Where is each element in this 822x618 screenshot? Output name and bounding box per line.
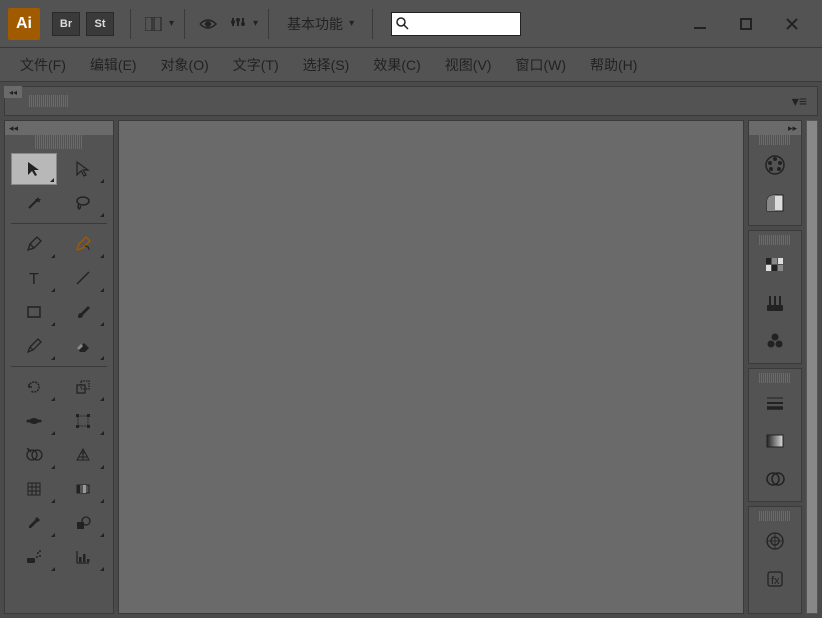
separator: [372, 9, 373, 39]
pen-tool[interactable]: [11, 228, 57, 260]
svg-text:fx: fx: [771, 575, 780, 587]
menu-window[interactable]: 窗口(W): [503, 49, 578, 81]
symbol-sprayer-tool[interactable]: [11, 541, 57, 573]
free-transform-tool[interactable]: [60, 405, 106, 437]
blend-tool[interactable]: [60, 507, 106, 539]
color-guide-panel-icon[interactable]: [757, 187, 793, 219]
tools-collapse[interactable]: ◂◂: [5, 121, 113, 135]
preferences-icon[interactable]: [225, 13, 251, 35]
gradient-panel-icon[interactable]: [757, 425, 793, 457]
svg-text:T: T: [29, 271, 39, 287]
close-button[interactable]: [770, 11, 814, 37]
separator: [268, 9, 269, 39]
swatches-panel-icon[interactable]: [757, 249, 793, 281]
right-panel-dock: ▸▸ fx: [748, 120, 802, 614]
graphic-styles-panel-icon[interactable]: fx: [757, 563, 793, 595]
panel-expand[interactable]: ▸▸: [749, 121, 801, 135]
search-input[interactable]: [409, 17, 516, 31]
scale-tool[interactable]: [60, 371, 106, 403]
menu-object[interactable]: 对象(O): [149, 49, 221, 81]
menu-bar: 文件(F) 编辑(E) 对象(O) 文字(T) 选择(S) 效果(C) 视图(V…: [0, 48, 822, 82]
arrange-docs-icon[interactable]: [141, 13, 167, 35]
workspace-switcher[interactable]: 基本功能: [279, 10, 362, 38]
eraser-tool[interactable]: [60, 330, 106, 362]
menu-select[interactable]: 选择(S): [291, 49, 362, 81]
paintbrush-tool[interactable]: [60, 296, 106, 328]
lasso-tool[interactable]: [60, 187, 106, 219]
column-graph-tool[interactable]: [60, 541, 106, 573]
menu-effect[interactable]: 效果(C): [361, 49, 432, 81]
workspace: ◂◂ T: [0, 120, 822, 618]
symbols-panel-icon[interactable]: [757, 325, 793, 357]
title-bar: Ai Br St ▾ ▾ 基本功能: [0, 0, 822, 48]
panel-group-appearance: fx: [748, 506, 802, 614]
drag-handle[interactable]: [759, 235, 791, 245]
maximize-button[interactable]: [724, 11, 768, 37]
bridge-button[interactable]: Br: [52, 12, 80, 36]
minimize-button[interactable]: [678, 11, 722, 37]
menu-help[interactable]: 帮助(H): [578, 49, 649, 81]
window-controls: [678, 11, 814, 37]
selection-tool[interactable]: [11, 153, 57, 185]
perspective-grid-tool[interactable]: [60, 439, 106, 471]
drag-handle[interactable]: [759, 511, 791, 521]
tools-panel: ◂◂ T: [4, 120, 114, 614]
rotate-tool[interactable]: [11, 371, 57, 403]
direct-selection-tool[interactable]: [60, 153, 106, 185]
curvature-tool[interactable]: [60, 228, 106, 260]
gpu-preview-icon[interactable]: [195, 13, 221, 35]
menu-type[interactable]: 文字(T): [221, 49, 291, 81]
panel-group-stroke: [748, 368, 802, 502]
gradient-tool[interactable]: [60, 473, 106, 505]
control-bar: ◂◂ ▾≡: [4, 86, 818, 116]
panel-group-color: ▸▸: [748, 120, 802, 226]
drag-handle[interactable]: [35, 135, 83, 149]
type-tool[interactable]: T: [11, 262, 57, 294]
color-panel-icon[interactable]: [757, 149, 793, 181]
menu-edit[interactable]: 编辑(E): [78, 49, 149, 81]
drag-handle[interactable]: [29, 95, 69, 107]
separator: [130, 9, 131, 39]
app-logo: Ai: [8, 8, 40, 40]
vertical-scrollbar[interactable]: [806, 120, 818, 614]
transparency-panel-icon[interactable]: [757, 463, 793, 495]
dropdown-arrow-icon: ▾: [169, 18, 174, 29]
search-icon: [396, 17, 409, 31]
magic-wand-tool[interactable]: [11, 187, 57, 219]
width-tool[interactable]: [11, 405, 57, 437]
rectangle-tool[interactable]: [11, 296, 57, 328]
pencil-tool[interactable]: [11, 330, 57, 362]
control-bar-menu-icon[interactable]: ▾≡: [792, 93, 807, 110]
menu-view[interactable]: 视图(V): [433, 49, 504, 81]
shape-builder-tool[interactable]: [11, 439, 57, 471]
stock-button[interactable]: St: [86, 12, 114, 36]
dropdown-arrow-icon: ▾: [253, 18, 258, 29]
separator: [184, 9, 185, 39]
search-box[interactable]: [391, 12, 521, 36]
panel-group-swatches: [748, 230, 802, 364]
line-tool[interactable]: [60, 262, 106, 294]
drag-handle[interactable]: [759, 135, 791, 145]
brushes-panel-icon[interactable]: [757, 287, 793, 319]
stroke-panel-icon[interactable]: [757, 387, 793, 419]
menu-file[interactable]: 文件(F): [8, 49, 78, 81]
canvas[interactable]: [118, 120, 744, 614]
appearance-panel-icon[interactable]: [757, 525, 793, 557]
mesh-tool[interactable]: [11, 473, 57, 505]
eyedropper-tool[interactable]: [11, 507, 57, 539]
collapse-control-bar[interactable]: ◂◂: [4, 86, 22, 98]
workspace-label: 基本功能: [287, 14, 343, 34]
drag-handle[interactable]: [759, 373, 791, 383]
